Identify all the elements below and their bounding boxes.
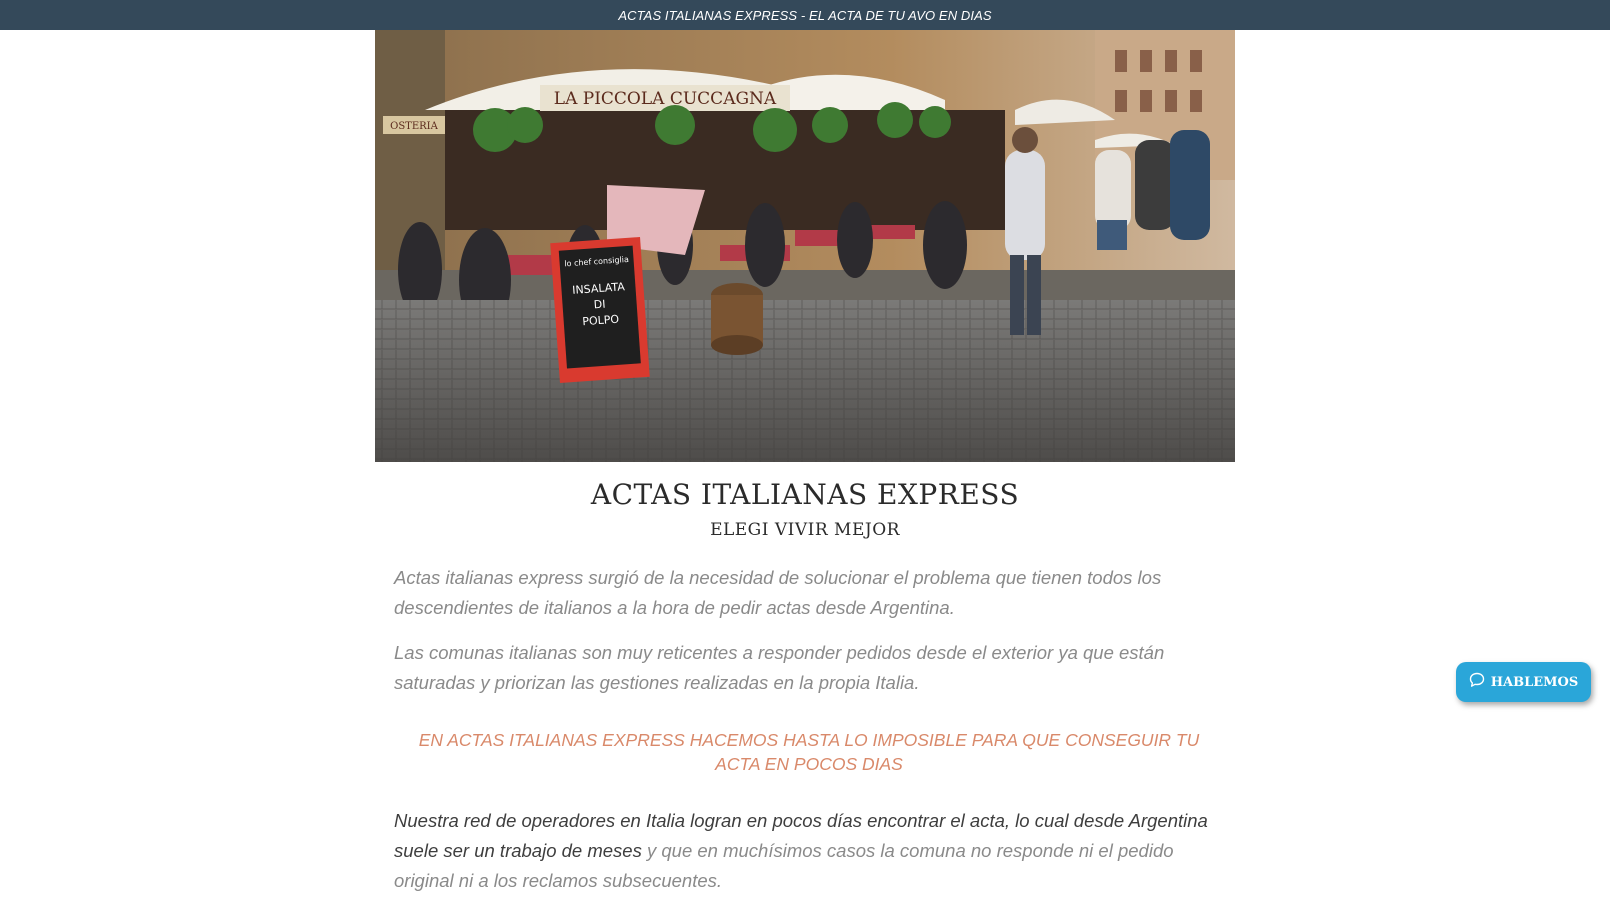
- chat-bubble-icon: [1469, 672, 1485, 693]
- restaurant-sign-text: LA PICCOLA CUCCAGNA: [554, 89, 777, 109]
- highlight-statement: EN ACTAS ITALIANAS EXPRESS HACEMOS HASTA…: [418, 730, 1200, 774]
- operators-paragraph: Nuestra red de operadores en Italia logr…: [394, 806, 1224, 896]
- osteria-sign-text: OSTERIA: [390, 121, 438, 132]
- announcement-text: ACTAS ITALIANAS EXPRESS - EL ACTA DE TU …: [618, 7, 992, 23]
- hero-image: LA PICCOLA CUCCAGNA OSTERIA lo chef cons…: [375, 30, 1235, 462]
- intro-paragraph: Actas italianas express surgió de la nec…: [394, 567, 1162, 618]
- page-title: ACTAS ITALIANAS EXPRESS: [590, 478, 1020, 511]
- hablemos-chat-button[interactable]: HABLEMOS: [1456, 662, 1591, 702]
- chalkboard-line-4: POLPO: [582, 313, 620, 329]
- top-announcement-bar: ACTAS ITALIANAS EXPRESS - EL ACTA DE TU …: [0, 0, 1610, 30]
- page-subtitle: ELEGI VIVIR MEJOR: [710, 520, 900, 540]
- chat-button-label: HABLEMOS: [1490, 674, 1579, 690]
- communes-paragraph: Las comunas italianas son muy reticentes…: [394, 642, 1165, 693]
- chalkboard-line-3: DI: [593, 298, 606, 312]
